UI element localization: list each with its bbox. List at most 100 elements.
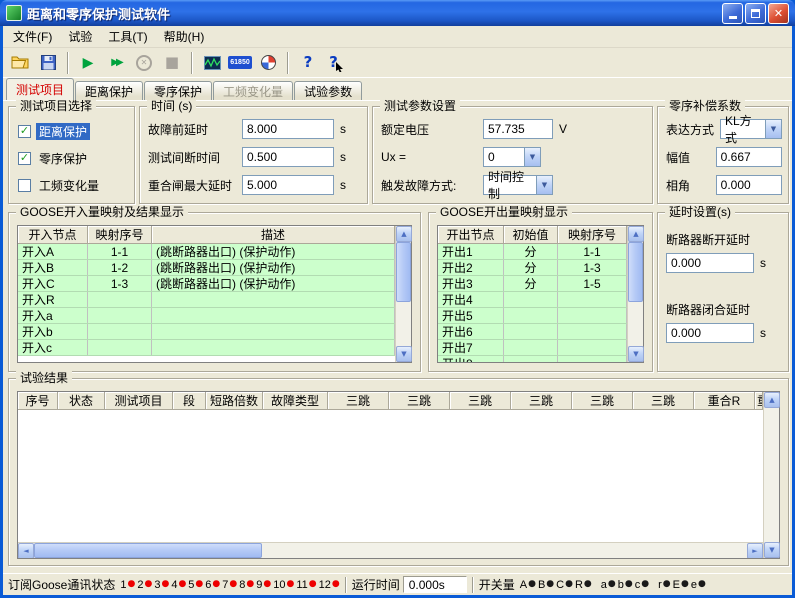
scroll-up-icon[interactable]: ▲ [764, 392, 780, 408]
goose-out-row[interactable]: 开出2分1-3 [438, 260, 627, 276]
result-body[interactable] [18, 410, 763, 542]
scroll-up-icon[interactable]: ▲ [396, 226, 412, 242]
prefault-delay-input[interactable]: 8.000 [242, 119, 334, 139]
result-col-6[interactable]: 三跳 [328, 392, 389, 410]
chevron-down-icon[interactable]: ▼ [536, 175, 553, 195]
context-help-button[interactable]: ? [323, 50, 349, 76]
minimize-button[interactable] [722, 3, 743, 24]
goose-in-col-map[interactable]: 映射序号 [88, 226, 152, 244]
timer-button[interactable] [255, 50, 281, 76]
result-col-13[interactable]: 重 [755, 392, 763, 410]
menu-tools[interactable]: 工具(T) [100, 25, 155, 48]
breaker-open-delay-input[interactable]: 0.000 [666, 253, 754, 273]
goose-out-row[interactable]: 开出4 [438, 292, 627, 308]
tab-test-items[interactable]: 测试项目 [6, 78, 74, 100]
goose-out-row[interactable]: 开出8 [438, 356, 627, 362]
scroll-track[interactable] [764, 408, 779, 542]
goose-out-row[interactable]: 开出1分1-1 [438, 244, 627, 260]
goose-in-row[interactable]: 开入A1-1(跳断路器出口) (保护动作) [18, 244, 395, 260]
goose-out-row[interactable]: 开出3分1-5 [438, 276, 627, 292]
scroll-down-icon[interactable]: ▼ [628, 346, 644, 362]
result-col-5[interactable]: 故障类型 [263, 392, 328, 410]
iec61850-button[interactable]: 61850 [227, 50, 253, 76]
magnitude-input[interactable]: 0.667 [716, 147, 782, 167]
chevron-down-icon[interactable]: ▼ [765, 119, 782, 139]
scroll-track[interactable] [396, 242, 411, 346]
goose-in-col-desc[interactable]: 描述 [152, 226, 395, 244]
goose-in-row[interactable]: 开入b [18, 324, 395, 340]
goose-out-col-map[interactable]: 映射序号 [558, 226, 627, 244]
goose-in-row[interactable]: 开入a [18, 308, 395, 324]
result-col-12[interactable]: 重合R [694, 392, 755, 410]
stop-button[interactable]: ■ [159, 50, 185, 76]
result-col-10[interactable]: 三跳 [572, 392, 633, 410]
save-button[interactable] [35, 50, 61, 76]
goose-in-row[interactable]: 开入c [18, 340, 395, 356]
result-col-7[interactable]: 三跳 [389, 392, 450, 410]
goose-in-row[interactable]: 开入R [18, 292, 395, 308]
help-icon: ? [304, 55, 313, 70]
goose-out-vscroll[interactable]: ▲ ▼ [627, 226, 643, 362]
result-col-8[interactable]: 三跳 [450, 392, 511, 410]
goose-out-col-node[interactable]: 开出节点 [438, 226, 504, 244]
ux-select[interactable]: 0 ▼ [483, 147, 541, 167]
checkbox-zeroseq[interactable]: ✓ 零序保护 [18, 150, 90, 167]
waveform-button[interactable] [199, 50, 225, 76]
tab-zeroseq[interactable]: 零序保护 [144, 81, 212, 100]
close-button[interactable]: ✕ [768, 3, 789, 24]
open-button[interactable] [7, 50, 33, 76]
menu-file[interactable]: 文件(F) [5, 25, 60, 48]
scroll-thumb[interactable] [628, 242, 643, 302]
result-col-2[interactable]: 测试项目 [105, 392, 173, 410]
result-vscroll[interactable]: ▲ ▼ [763, 392, 779, 558]
fast-forward-button[interactable]: ▶▶ [103, 50, 129, 76]
result-col-4[interactable]: 短路倍数 [206, 392, 263, 410]
help-button[interactable]: ? [295, 50, 321, 76]
result-col-0[interactable]: 序号 [18, 392, 58, 410]
tab-distance[interactable]: 距离保护 [75, 81, 143, 100]
goose-out-row[interactable]: 开出5 [438, 308, 627, 324]
result-col-11[interactable]: 三跳 [633, 392, 694, 410]
goose-in-row[interactable]: 开入C1-3(跳断路器出口) (保护动作) [18, 276, 395, 292]
scroll-right-icon[interactable]: ► [747, 543, 763, 558]
scroll-up-icon[interactable]: ▲ [628, 226, 644, 242]
tab-test-params[interactable]: 试验参数 [294, 81, 362, 100]
scroll-left-icon[interactable]: ◄ [18, 543, 34, 558]
checkbox-freq-change[interactable]: 工频变化量 [18, 177, 102, 194]
scroll-down-icon[interactable]: ▼ [764, 542, 780, 558]
expression-mode-select[interactable]: KL方式 ▼ [720, 119, 782, 139]
goose-in-col-node[interactable]: 开入节点 [18, 226, 88, 244]
test-interval-input[interactable]: 0.500 [242, 147, 334, 167]
scroll-thumb[interactable] [34, 543, 262, 558]
result-hscroll[interactable]: ◄ ► [18, 542, 763, 558]
checkbox-label: 零序保护 [36, 150, 90, 167]
checkbox-icon[interactable] [18, 179, 31, 192]
scroll-down-icon[interactable]: ▼ [396, 346, 412, 362]
scroll-track[interactable] [34, 543, 747, 558]
checkbox-icon[interactable]: ✓ [18, 152, 31, 165]
angle-input[interactable]: 0.000 [716, 175, 782, 195]
menu-help[interactable]: 帮助(H) [156, 25, 213, 48]
result-col-9[interactable]: 三跳 [511, 392, 572, 410]
breaker-close-delay-input[interactable]: 0.000 [666, 323, 754, 343]
cancel-button[interactable]: ✕ [131, 50, 157, 76]
goose-out-row[interactable]: 开出7 [438, 340, 627, 356]
goose-in-row[interactable]: 开入B1-2(跳断路器出口) (保护动作) [18, 260, 395, 276]
scroll-thumb[interactable] [396, 242, 411, 302]
checkbox-icon[interactable]: ✓ [18, 125, 31, 138]
scroll-track[interactable] [628, 242, 643, 346]
menu-test[interactable]: 试验 [60, 25, 100, 48]
result-col-1[interactable]: 状态 [58, 392, 105, 410]
run-button[interactable]: ▶ [75, 50, 101, 76]
result-col-3[interactable]: 段 [173, 392, 206, 410]
checkbox-distance[interactable]: ✓距离保护 [18, 123, 90, 140]
trigger-mode-select[interactable]: 时间控制 ▼ [483, 175, 553, 195]
field-unit: s [760, 326, 766, 340]
goose-out-row[interactable]: 开出6 [438, 324, 627, 340]
goose-in-vscroll[interactable]: ▲ ▼ [395, 226, 411, 362]
chevron-down-icon[interactable]: ▼ [524, 147, 541, 167]
reclose-max-delay-input[interactable]: 5.000 [242, 175, 334, 195]
goose-out-col-init[interactable]: 初始值 [504, 226, 558, 244]
maximize-button[interactable] [745, 3, 766, 24]
rated-voltage-input[interactable]: 57.735 [483, 119, 553, 139]
